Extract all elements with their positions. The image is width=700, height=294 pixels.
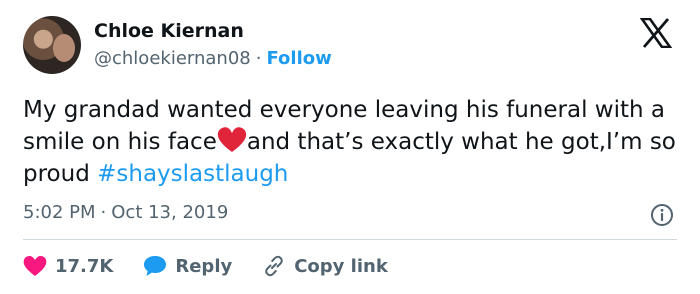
author-name[interactable]: Chloe Kiernan — [94, 20, 244, 42]
tweet-time: 5:02 PM — [23, 202, 96, 223]
speech-bubble-icon — [144, 256, 167, 276]
red-heart-emoji-icon — [217, 127, 246, 152]
copy-link-button[interactable]: Copy link — [262, 254, 388, 278]
like-count: 17.7K — [55, 255, 114, 277]
info-icon[interactable] — [650, 203, 674, 227]
avatar-face — [53, 34, 75, 62]
reply-label: Reply — [175, 255, 233, 277]
action-bar: 17.7K Reply Copy link — [23, 254, 388, 278]
reply-button[interactable]: Reply — [143, 255, 232, 277]
follow-button[interactable]: Follow — [266, 48, 331, 69]
author-handle[interactable]: @chloekiernan08 — [94, 48, 251, 69]
avatar[interactable] — [23, 16, 81, 74]
separator-dot: · — [255, 48, 262, 69]
separator-dot: · — [100, 202, 107, 223]
author-handle-row: @chloekiernan08 · Follow — [94, 48, 332, 69]
tweet-text: My grandad wanted everyone leaving his f… — [23, 94, 683, 190]
hashtag-link[interactable]: #shayslastlaugh — [97, 161, 288, 187]
heart-icon — [23, 256, 47, 276]
link-icon — [265, 255, 283, 277]
tweet-timestamp[interactable]: 5:02 PM · Oct 13, 2019 — [23, 202, 228, 223]
copy-link-label: Copy link — [294, 255, 388, 277]
divider — [23, 239, 677, 240]
like-button[interactable]: 17.7K — [23, 255, 113, 277]
tweet-date: Oct 13, 2019 — [111, 202, 229, 223]
x-logo-icon[interactable] — [640, 18, 672, 48]
